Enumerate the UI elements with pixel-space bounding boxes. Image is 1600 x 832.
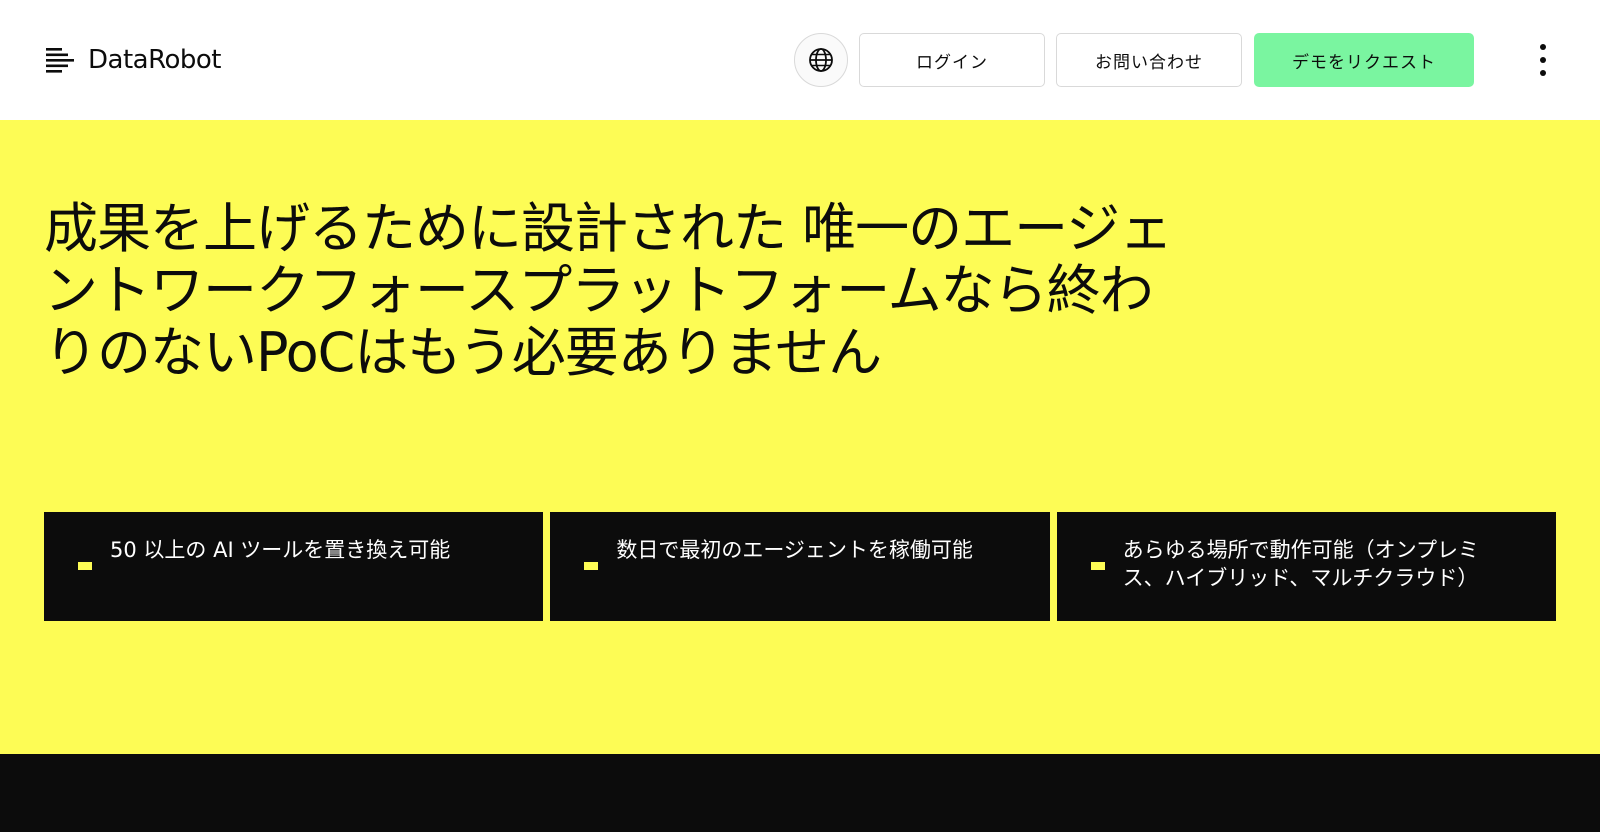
menu-dot [1540,57,1546,63]
feature-text: 数日で最初のエージェントを稼働可能 [616,538,973,562]
logo-wordmark: DataRobot [88,45,222,75]
feature-bullet [78,562,92,570]
hero-section: 成果を上げるために設計された 唯一のエージェントワークフォースプラットフォームな… [0,120,1600,754]
feature-card: 50 以上の AI ツールを置き換え可能 [44,512,544,621]
globe-icon [809,48,833,72]
datarobot-logo-icon [46,48,74,73]
feature-card: 数日で最初のエージェントを稼働可能 [550,512,1050,621]
site-header: DataRobot ログイン お問い合わせ デモをリクエスト [0,0,1600,120]
feature-text: 50 以上の AI ツールを置き換え可能 [110,538,451,562]
menu-dot [1540,44,1546,50]
feature-bullet [1090,562,1105,570]
language-selector-button[interactable] [794,33,848,87]
hero-title: 成果を上げるために設計された 唯一のエージェントワークフォースプラットフォームな… [44,197,1173,384]
contact-button[interactable]: お問い合わせ [1056,33,1242,87]
datarobot-logo[interactable]: DataRobot [44,42,222,78]
menu-dot [1540,70,1546,76]
feature-list: 50 以上の AI ツールを置き換え可能 数日で最初のエージェントを稼働可能 あ… [44,512,1556,621]
dark-section [0,754,1600,832]
request-demo-button[interactable]: デモをリクエスト [1254,33,1474,87]
kebab-menu-icon[interactable] [1530,40,1556,80]
login-button[interactable]: ログイン [859,33,1045,87]
feature-card: あらゆる場所で動作可能（オンプレミス、ハイブリッド、マルチクラウド） [1056,512,1556,621]
feature-bullet [584,562,599,570]
feature-text: あらゆる場所で動作可能（オンプレミス、ハイブリッド、マルチクラウド） [1122,538,1480,590]
